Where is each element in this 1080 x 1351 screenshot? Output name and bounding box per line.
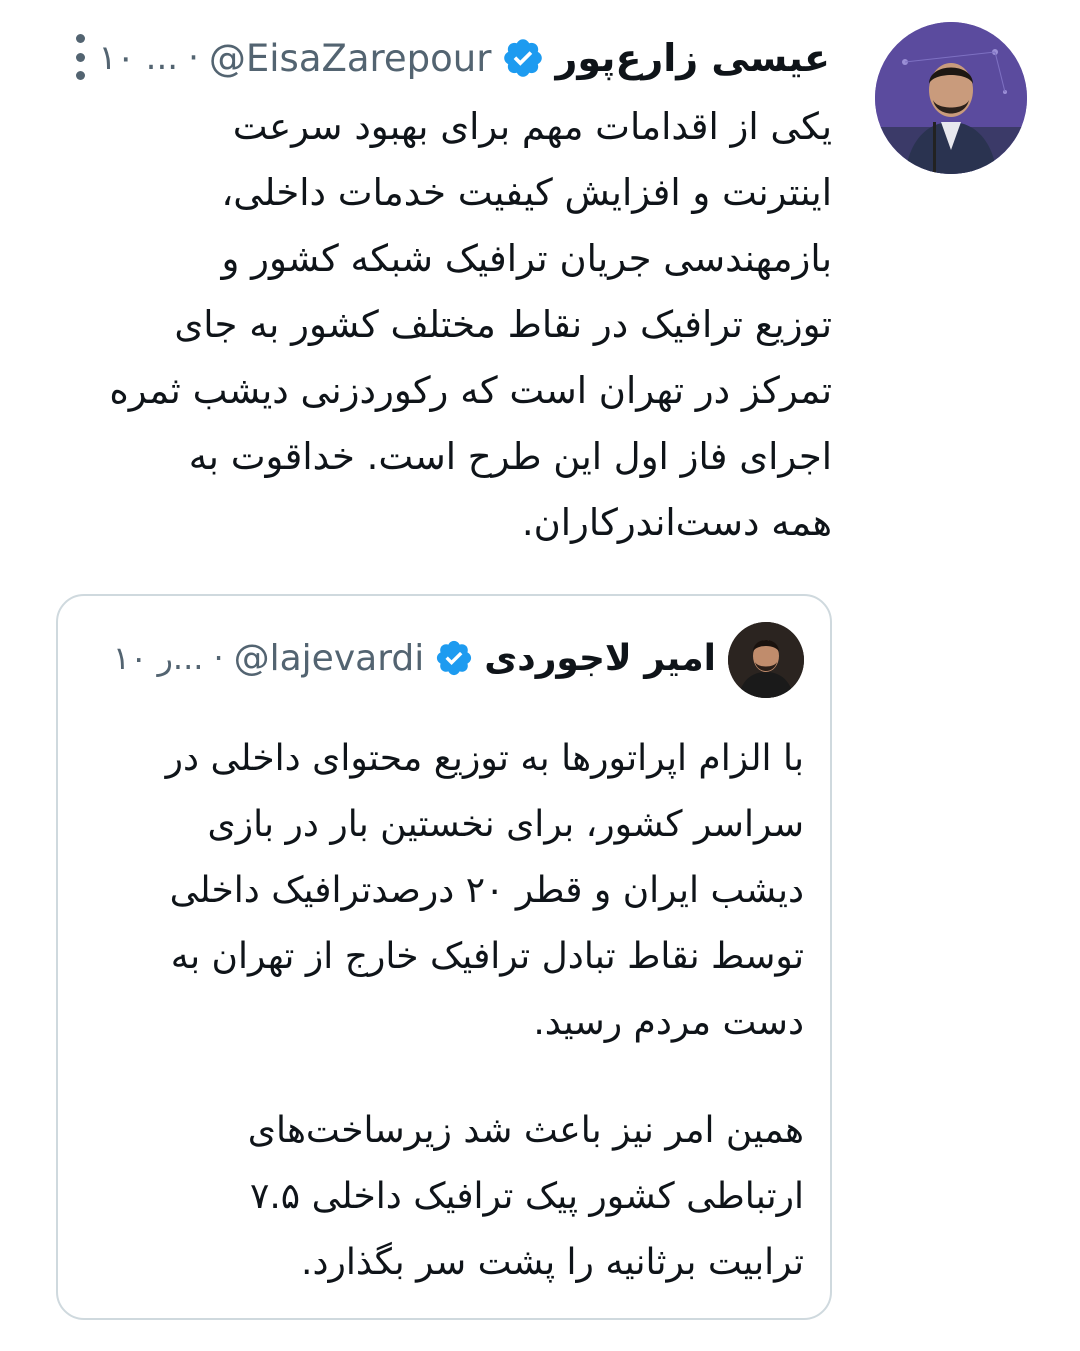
author-avatar[interactable] — [875, 22, 1027, 174]
quoted-tweet-timestamp[interactable]: ۱۰ ر... — [113, 639, 204, 677]
tweet-text: یکی از اقدامات مهم برای بهبود سرعت اینتر… — [109, 105, 832, 544]
verified-badge-icon — [437, 640, 472, 676]
author-handle[interactable]: @EisaZarepour — [209, 37, 492, 80]
separator-dot: · — [213, 639, 224, 677]
verified-badge-icon — [504, 39, 543, 77]
quoted-tweet-paragraph-1: با الزام اپراتورها به توزیع محتوای داخلی… — [165, 738, 804, 1043]
quoted-tweet-paragraph-2: همین امر نیز باعث شد زیرساخت‌های ارتباطی… — [247, 1110, 804, 1283]
tweet[interactable]: عیسی زارع‌پور @EisaZarepour · ۱۰ ... یکی… — [0, 0, 1080, 1351]
quoted-tweet-header: امیر لاجوردی @lajevardi · ۱۰ ر... — [88, 630, 716, 686]
author-name[interactable]: عیسی زارع‌پور — [555, 36, 830, 80]
tweet-timestamp[interactable]: ۱۰ ... — [98, 38, 178, 78]
quoted-author-handle[interactable]: @lajevardi — [234, 638, 425, 679]
separator-dot: · — [188, 38, 199, 78]
quoted-author-name[interactable]: امیر لاجوردی — [484, 638, 716, 679]
quoted-author-avatar[interactable] — [728, 622, 804, 698]
tweet-header: عیسی زارع‌پور @EisaZarepour · ۱۰ ... — [60, 28, 830, 88]
more-vertical-icon[interactable] — [68, 34, 92, 80]
quoted-tweet[interactable]: امیر لاجوردی @lajevardi · ۱۰ ر... با الز… — [56, 594, 832, 1320]
